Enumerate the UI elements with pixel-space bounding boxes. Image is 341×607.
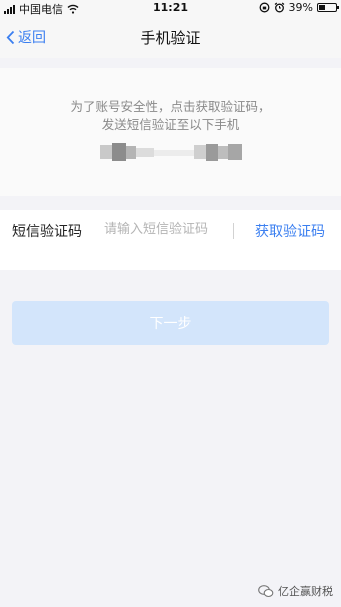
- battery-icon: [317, 3, 339, 12]
- info-line-1: 为了账号安全性，点击获取验证码，: [70, 99, 271, 114]
- input-divider: [233, 223, 234, 239]
- wechat-icon: [258, 584, 274, 597]
- get-code-button[interactable]: 获取验证码: [255, 221, 325, 241]
- rotation-lock-icon: [259, 2, 269, 13]
- battery-fill: [319, 5, 325, 10]
- status-bar: 中国电信 11:21 39%: [0, 0, 341, 16]
- status-right: 39%: [259, 1, 339, 14]
- page-title: 手机验证: [140, 29, 201, 47]
- battery-percent: 39%: [288, 1, 313, 14]
- sms-code-label: 短信验证码: [12, 224, 82, 240]
- info-text: 为了账号安全性，点击获取验证码， 发送短信验证至以下手机: [0, 98, 341, 134]
- alarm-icon: [274, 2, 284, 13]
- sms-code-row: 短信验证码 获取验证码: [0, 210, 341, 270]
- info-card: 为了账号安全性，点击获取验证码， 发送短信验证至以下手机: [0, 68, 341, 196]
- battery-cap: [337, 6, 339, 9]
- watermark: 亿企赢财税: [258, 583, 333, 599]
- next-step-button[interactable]: 下一步: [12, 301, 329, 345]
- masked-phone-number: [100, 143, 242, 161]
- info-line-2: 发送短信验证至以下手机: [101, 117, 240, 132]
- sms-code-input[interactable]: [104, 220, 222, 260]
- watermark-text: 亿企赢财税: [278, 585, 333, 598]
- nav-bar: 返回 手机验证: [0, 16, 341, 58]
